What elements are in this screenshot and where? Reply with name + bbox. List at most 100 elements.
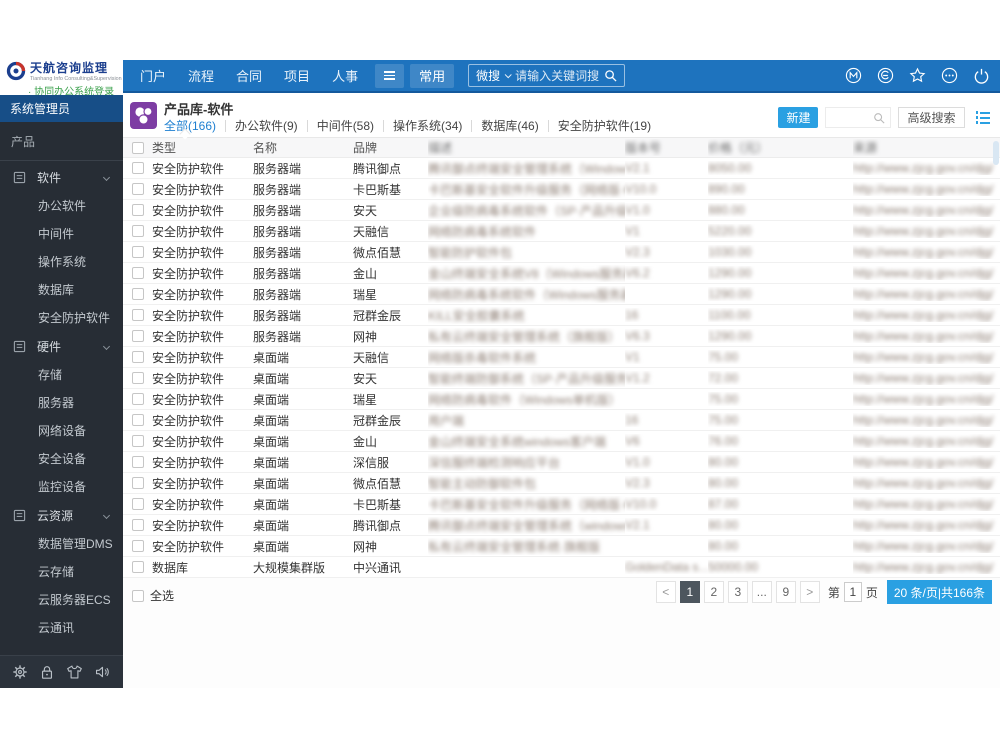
table-row[interactable]: 安全防护软件 桌面端 卡巴斯基 卡巴斯基安全软件升级服务（网络版·KL4 V10.0 87… <box>123 494 1000 515</box>
sound-speaker-icon[interactable] <box>94 664 111 680</box>
table-row[interactable]: 安全防护软件 桌面端 瑞星 网络防病毒软件（Windows单机版） 75.00 http:… <box>123 389 1000 410</box>
row-checkbox[interactable] <box>132 561 144 573</box>
table-row[interactable]: 安全防护软件 服务器端 金山 金山终端安全系统V8（Windows服务器版）V6.2 1… <box>123 263 1000 284</box>
sidebar-item-0-0[interactable]: 办公软件 <box>0 192 123 220</box>
tab-0[interactable]: 全部(166) <box>164 117 216 134</box>
row-checkbox[interactable] <box>132 540 144 552</box>
row-checkbox[interactable] <box>132 372 144 384</box>
nav-more-menu-button[interactable] <box>375 63 405 88</box>
row-checkbox[interactable] <box>132 414 144 426</box>
sidebar-item-2-3[interactable]: 云通讯 <box>0 614 123 642</box>
list-view-icon[interactable] <box>975 111 990 124</box>
service-icon[interactable] <box>877 67 894 84</box>
tab-5[interactable]: 安全防护软件(19) <box>558 117 651 134</box>
tab-1[interactable]: 办公软件(9) <box>235 117 298 134</box>
row-checkbox[interactable] <box>132 477 144 489</box>
table-row[interactable]: 安全防护软件 服务器端 天融信 网络防病毒系统软件 V1 5220.00 http://ww… <box>123 221 1000 242</box>
sidebar-item-0-2[interactable]: 操作系统 <box>0 248 123 276</box>
table-row[interactable]: 安全防护软件 桌面端 网神 私有云终端安全管理系统·旗舰版 80.00 http://ww… <box>123 536 1000 557</box>
sidebar-item-2-0[interactable]: 数据管理DMS <box>0 530 123 558</box>
table-row[interactable]: 安全防护软件 服务器端 微点佰慧 智能防护软件包 V2.3 1030.00 http://w… <box>123 242 1000 263</box>
theme-shirt-icon[interactable] <box>66 664 83 680</box>
nav-item-1[interactable]: 流程 <box>177 59 225 92</box>
table-row[interactable]: 安全防护软件 服务器端 腾讯御点 腾讯御点终端安全管理系统（Windows版）V2.1… <box>123 158 1000 179</box>
search-icon[interactable] <box>604 69 617 82</box>
sidebar-group-2[interactable]: 云资源 <box>0 501 123 530</box>
advanced-search-button[interactable]: 高级搜索 <box>898 107 965 128</box>
sidebar-item-2-1[interactable]: 云存储 <box>0 558 123 586</box>
sidebar-item-1-4[interactable]: 监控设备 <box>0 473 123 501</box>
page-size-info[interactable]: 20 条/页|共166条 <box>886 580 992 604</box>
table-row[interactable]: 安全防护软件 服务器端 网神 私有云终端安全管理系统（旗舰版） V6.3 1290.00 h… <box>123 326 1000 347</box>
table-row[interactable]: 安全防护软件 服务器端 冠群金辰 KILL安全胶囊系统 16 1100.00 http://… <box>123 305 1000 326</box>
nav-item-pinned[interactable]: 常用 <box>410 63 455 88</box>
row-checkbox[interactable] <box>132 162 144 174</box>
sidebar-item-1-2[interactable]: 网络设备 <box>0 417 123 445</box>
header-checkbox[interactable] <box>132 141 144 154</box>
sidebar-group-0[interactable]: 软件 <box>0 163 123 192</box>
page-button-2[interactable]: 2 <box>703 581 724 603</box>
row-checkbox[interactable] <box>132 225 144 237</box>
row-checkbox[interactable] <box>132 288 144 300</box>
row-checkbox[interactable] <box>132 309 144 321</box>
table-row[interactable]: 安全防护软件 服务器端 卡巴斯基 卡巴斯基安全软件升级服务（网络版·KL4 V10.0 8… <box>123 179 1000 200</box>
more-icon[interactable] <box>941 67 958 84</box>
row-checkbox[interactable] <box>132 246 144 258</box>
nav-item-2[interactable]: 合同 <box>225 59 273 92</box>
table-row[interactable]: 安全防护软件 服务器端 安天 企业级防病毒系统软件（SP·产品升级服务）V1.0 880… <box>123 200 1000 221</box>
table-row[interactable]: 安全防护软件 桌面端 微点佰慧 智能主动防御软件包 V2.3 80.00 http://ww… <box>123 473 1000 494</box>
table-row[interactable]: 安全防护软件 桌面端 腾讯御点 腾讯御点终端安全管理系统（windows版）V2.1V… <box>123 515 1000 536</box>
row-checkbox[interactable] <box>132 519 144 531</box>
page-jump-input[interactable]: 1 <box>843 582 862 602</box>
row-checkbox[interactable] <box>132 435 144 447</box>
search-scope-label[interactable]: 微搜 <box>476 67 500 84</box>
table-row[interactable]: 安全防护软件 桌面端 安天 智能终端防御系统（SP·产品升级服务） V1.2 72.00 h… <box>123 368 1000 389</box>
page-button-3[interactable]: 3 <box>727 581 748 603</box>
sidebar-item-1-0[interactable]: 存储 <box>0 361 123 389</box>
row-checkbox[interactable] <box>132 498 144 510</box>
global-search-box[interactable]: 微搜 请输入关键词搜 <box>468 64 626 87</box>
sidebar-group-1[interactable]: 硬件 <box>0 332 123 361</box>
sidebar-item-0-1[interactable]: 中间件 <box>0 220 123 248</box>
favorites-star-icon[interactable] <box>909 67 926 84</box>
search-input[interactable]: 请输入关键词搜 <box>515 67 599 84</box>
table-row[interactable]: 数据库 大规模集群版 中兴通讯 GoldenData s… 50000.00 http:/… <box>123 557 1000 578</box>
row-checkbox[interactable] <box>132 267 144 279</box>
page-button-...[interactable]: ... <box>751 581 772 603</box>
message-icon[interactable] <box>845 67 862 84</box>
nav-item-0[interactable]: 门户 <box>129 59 177 92</box>
page-button-9[interactable]: 9 <box>775 581 796 603</box>
table-row[interactable]: 安全防护软件 桌面端 冠群金辰 用户端 16 75.00 http://www.zjcg.g… <box>123 410 1000 431</box>
lock-icon[interactable] <box>39 664 55 680</box>
prev-page-button[interactable]: < <box>655 581 676 603</box>
table-row[interactable]: 安全防护软件 服务器端 瑞星 网络防病毒系统软件（Windows服务器版） 1290.0… <box>123 284 1000 305</box>
next-page-button[interactable]: > <box>799 581 820 603</box>
settings-gear-icon[interactable] <box>12 664 28 680</box>
sidebar-item-1-1[interactable]: 服务器 <box>0 389 123 417</box>
select-all-checkbox[interactable] <box>132 589 144 602</box>
row-checkbox[interactable] <box>132 204 144 216</box>
table-row[interactable]: 安全防护软件 桌面端 天融信 网络版杀毒软件系统 V1 75.00 http://www.z… <box>123 347 1000 368</box>
table-search-input[interactable] <box>825 107 892 128</box>
sidebar-item-1-3[interactable]: 安全设备 <box>0 445 123 473</box>
sidebar-item-2-2[interactable]: 云服务器ECS <box>0 586 123 614</box>
sidebar-item-0-3[interactable]: 数据库 <box>0 276 123 304</box>
tab-2[interactable]: 中间件(58) <box>317 117 374 134</box>
table-row[interactable]: 安全防护软件 桌面端 金山 金山终端安全系统windows客户端 V6 76.00 http… <box>123 431 1000 452</box>
page-button-1[interactable]: 1 <box>679 581 700 603</box>
row-checkbox[interactable] <box>132 456 144 468</box>
scrollbar-thumb[interactable] <box>993 141 999 165</box>
tab-3[interactable]: 操作系统(34) <box>393 117 462 134</box>
row-checkbox[interactable] <box>132 393 144 405</box>
table-row[interactable]: 安全防护软件 桌面端 深信服 深信服终端检测响应平台 V1.0 80.00 http://w… <box>123 452 1000 473</box>
row-checkbox[interactable] <box>132 330 144 342</box>
new-button[interactable]: 新建 <box>778 107 819 128</box>
row-checkbox[interactable] <box>132 351 144 363</box>
power-icon[interactable] <box>973 67 990 84</box>
cell-text: 安全防护软件 <box>152 350 225 365</box>
nav-item-4[interactable]: 人事 <box>321 59 369 92</box>
row-checkbox[interactable] <box>132 183 144 195</box>
nav-item-3[interactable]: 项目 <box>273 59 321 92</box>
tab-4[interactable]: 数据库(46) <box>481 117 538 134</box>
sidebar-item-0-4[interactable]: 安全防护软件 <box>0 304 123 332</box>
